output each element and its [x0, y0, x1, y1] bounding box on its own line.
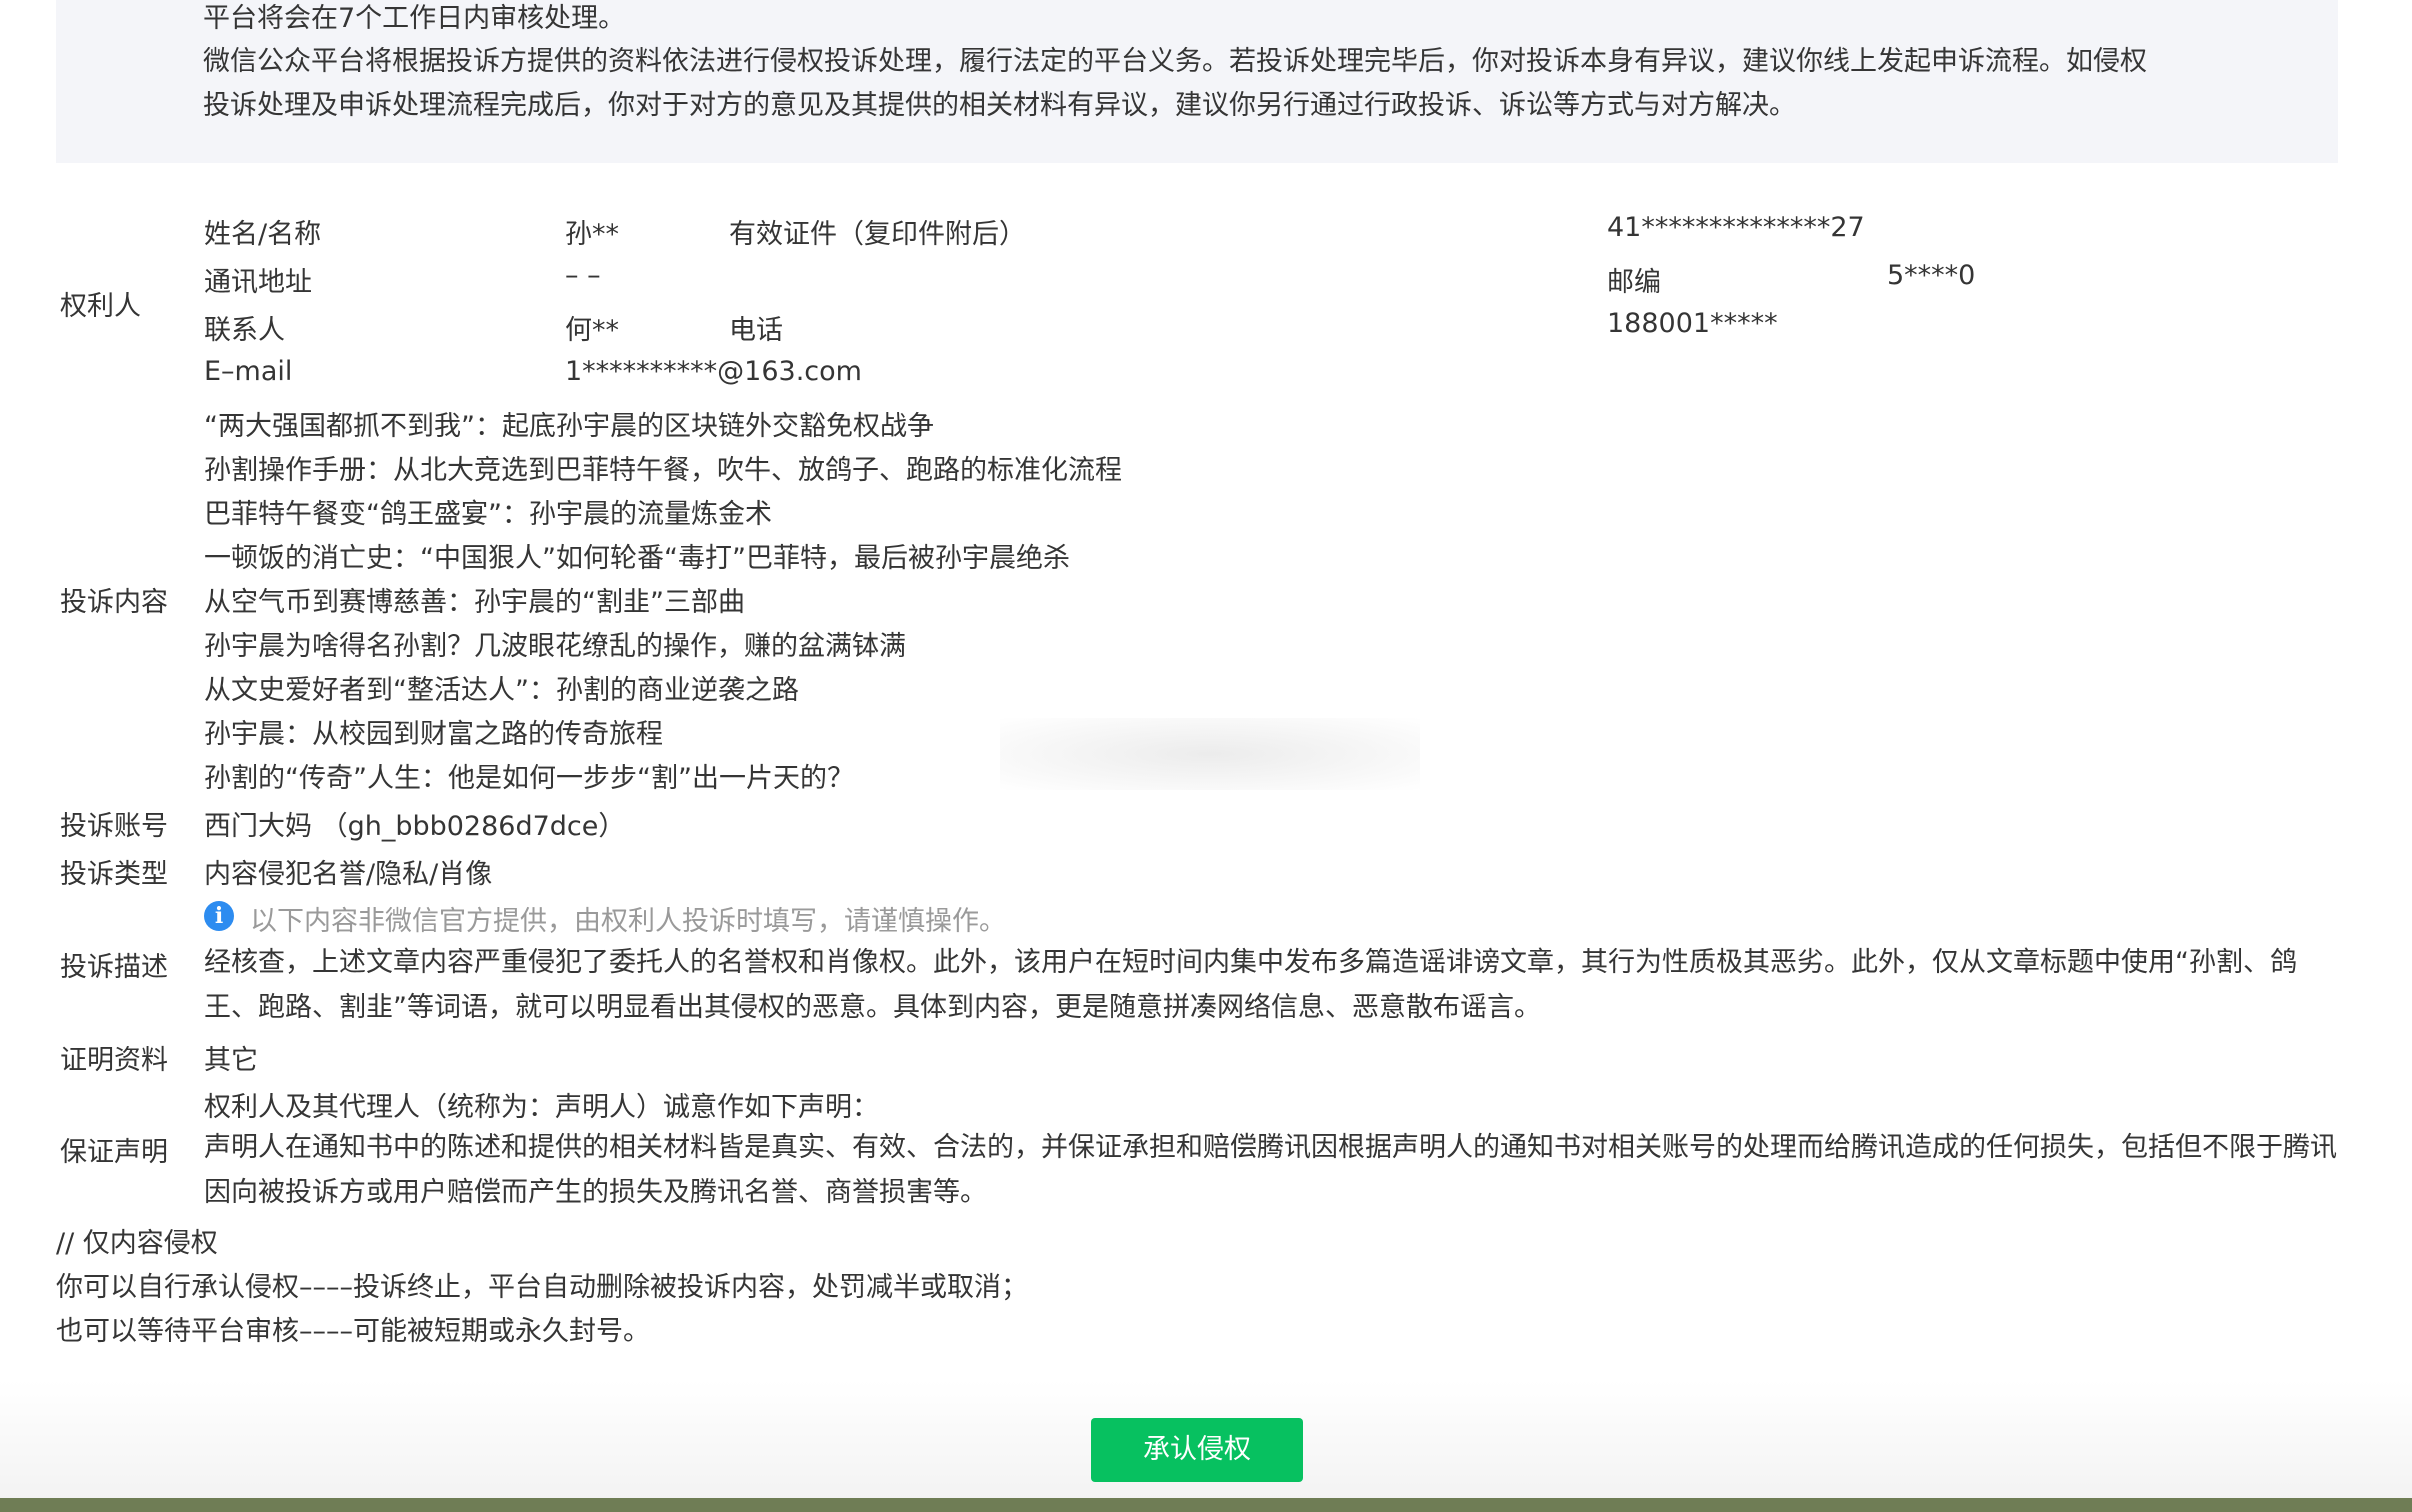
- article-title: 孙宇晨为啥得名孙割？几波眼花缭乱的操作，赚的盆满钵满: [204, 631, 906, 662]
- info-icon: i: [204, 901, 234, 931]
- options-comment: // 仅内容侵权: [56, 1228, 218, 1259]
- options-line-2: 也可以等待平台审核––––可能被短期或永久封号。: [56, 1316, 650, 1347]
- evidence-label: 证明资料: [60, 1045, 168, 1076]
- notice-line-1: 平台将会在7个工作日内审核处理。: [203, 3, 626, 34]
- guarantee-intro: 权利人及其代理人（统称为：声明人）诚意作如下声明：: [204, 1092, 879, 1123]
- guarantee-label: 保证声明: [60, 1137, 168, 1168]
- phone-label: 电话: [729, 315, 783, 346]
- article-title: 从文史爱好者到“整活达人”：孙割的商业逆袭之路: [204, 675, 799, 706]
- evidence-value: 其它: [204, 1045, 258, 1076]
- article-title: “两大强国都抓不到我”：起底孙宇晨的区块链外交豁免权战争: [204, 411, 934, 442]
- notice-box: 平台将会在7个工作日内审核处理。 微信公众平台将根据投诉方提供的资料依法进行侵权…: [56, 0, 2338, 163]
- complaint-account-label: 投诉账号: [60, 811, 168, 842]
- complaint-content-label: 投诉内容: [60, 587, 168, 618]
- email-value: 1**********@163.com: [565, 356, 862, 387]
- address-value: – –: [565, 260, 601, 291]
- name-value: 孙**: [565, 219, 619, 250]
- contact-value: 何**: [565, 315, 619, 346]
- complaint-type-value: 内容侵犯名誉/隐私/肖像: [204, 859, 493, 890]
- hint-text: 以下内容非微信官方提供，由权利人投诉时填写，请谨慎操作。: [250, 906, 1006, 937]
- guarantee-body: 声明人在通知书中的陈述和提供的相关材料皆是真实、有效、合法的，并保证承担和赔偿腾…: [204, 1132, 2337, 1208]
- options-line-1: 你可以自行承认侵权––––投诉终止，平台自动删除被投诉内容，处罚减半或取消；: [56, 1272, 1028, 1303]
- article-title: 巴菲特午餐变“鸽王盛宴”：孙宇晨的流量炼金术: [204, 499, 772, 530]
- article-title: 孙割操作手册：从北大竞选到巴菲特午餐，吹牛、放鸽子、跑路的标准化流程: [204, 455, 1122, 486]
- bottom-strip: [0, 1498, 2412, 1512]
- admit-infringement-button[interactable]: 承认侵权: [1091, 1418, 1303, 1482]
- article-title: 孙割的“传奇”人生：他是如何一步步“割”出一片天的？: [204, 763, 854, 794]
- article-title: 从空气币到赛博慈善：孙宇晨的“割韭”三部曲: [204, 587, 745, 618]
- address-label: 通讯地址: [204, 267, 312, 298]
- contact-label: 联系人: [204, 315, 285, 346]
- email-label: E–mail: [204, 356, 293, 387]
- complaint-page: 平台将会在7个工作日内审核处理。 微信公众平台将根据投诉方提供的资料依法进行侵权…: [0, 0, 2412, 1512]
- article-title: 一顿饭的消亡史：“中国狠人”如何轮番“毒打”巴菲特，最后被孙宇晨绝杀: [204, 543, 1070, 574]
- blurred-overlay: [1000, 718, 1420, 790]
- rights-holder-label: 权利人: [60, 291, 141, 322]
- article-title: 孙宇晨：从校园到财富之路的传奇旅程: [204, 719, 663, 750]
- complaint-account-value: 西门大妈 （gh_bbb0286d7dce）: [204, 811, 626, 842]
- complaint-desc-value: 经核查，上述文章内容严重侵犯了委托人的名誉权和肖像权。此外，该用户在短时间内集中…: [204, 947, 2297, 1023]
- complaint-type-label: 投诉类型: [60, 859, 168, 890]
- name-label: 姓名/名称: [204, 219, 322, 250]
- zip-value: 5****0: [1887, 260, 1976, 291]
- id-label: 有效证件（复印件附后）: [729, 219, 1026, 250]
- complaint-desc-label: 投诉描述: [60, 952, 168, 983]
- zip-label: 邮编: [1607, 267, 1661, 298]
- notice-line-2: 微信公众平台将根据投诉方提供的资料依法进行侵权投诉处理，履行法定的平台义务。若投…: [203, 46, 2147, 77]
- phone-value: 188001*****: [1607, 308, 1778, 339]
- notice-line-3: 投诉处理及申诉处理流程完成后，你对于对方的意见及其提供的相关材料有异议，建议你另…: [203, 90, 1796, 121]
- id-value: 41**************27: [1607, 212, 1865, 243]
